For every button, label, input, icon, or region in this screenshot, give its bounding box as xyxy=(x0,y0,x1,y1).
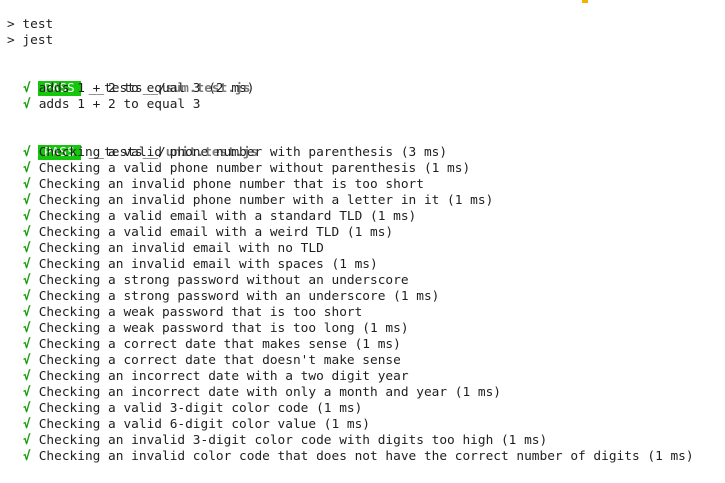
test-name: Checking an invalid color code that does… xyxy=(38,449,694,464)
test-result-line: √ Checking an invalid phone number that i… xyxy=(7,177,725,193)
test-name: Checking a valid email with a weird TLD … xyxy=(38,225,394,240)
test-result-line: √ Checking a valid phone number with pare… xyxy=(7,145,725,161)
test-name: Checking a correct date that makes sense… xyxy=(38,337,401,352)
test-result-line: √ Checking an invalid email with spaces (… xyxy=(7,257,725,273)
test-name: Checking an invalid email with no TLD xyxy=(38,241,324,256)
test-result-line: √ Checking an incorrect date with only a … xyxy=(7,385,725,401)
check-icon: √ xyxy=(23,97,31,112)
check-icon: √ xyxy=(23,193,31,208)
test-result-line: √ adds 1 + 2 to equal 3 xyxy=(7,97,725,113)
check-icon: √ xyxy=(23,433,31,448)
suite-header: PASS __tests__/unit.test.js xyxy=(7,129,725,160)
test-name: Checking a valid phone number without pa… xyxy=(38,161,471,176)
check-icon: √ xyxy=(23,209,31,224)
test-name: Checking an invalid 3-digit color code w… xyxy=(38,433,548,448)
test-name: adds 1 + 2 to equal 3 xyxy=(38,97,201,112)
check-icon: √ xyxy=(23,305,31,320)
check-icon: √ xyxy=(23,225,31,240)
test-name: Checking a strong password without an un… xyxy=(38,273,409,288)
check-icon: √ xyxy=(23,177,31,192)
accent-mark xyxy=(582,0,588,3)
check-icon: √ xyxy=(23,161,31,176)
suite-header: PASS __tests__/sum.test.js xyxy=(7,65,725,96)
test-result-line: √ Checking a correct date that makes sens… xyxy=(7,337,725,353)
test-result-line: √ Checking a valid email with a weird TLD… xyxy=(7,225,725,241)
test-result-line: √ Checking a correct date that doesn't ma… xyxy=(7,353,725,369)
check-icon: √ xyxy=(23,321,31,336)
test-name: Checking an invalid phone number with a … xyxy=(38,193,494,208)
test-name: Checking a valid phone number with paren… xyxy=(38,145,448,160)
check-icon: √ xyxy=(23,353,31,368)
check-icon: √ xyxy=(23,273,31,288)
check-icon: √ xyxy=(23,449,31,464)
command-line: > jest xyxy=(7,33,54,48)
test-result-line: √ Checking an invalid color code that doe… xyxy=(7,449,725,465)
test-name: Checking an incorrect date with a two di… xyxy=(38,369,409,384)
test-name: Checking a valid email with a standard T… xyxy=(38,209,417,224)
test-name: Checking a weak password that is too lon… xyxy=(38,321,409,336)
test-name: adds 1 + 2 to equal 3 (2 ms) xyxy=(38,81,255,96)
check-icon: √ xyxy=(23,385,31,400)
test-result-line: √ Checking a valid email with a standard … xyxy=(7,209,725,225)
test-name: Checking an invalid email with spaces (1… xyxy=(38,257,378,272)
terminal-output[interactable]: > test > jest PASS __tests__/sum.test.js … xyxy=(7,17,725,483)
test-result-line: √ Checking an invalid email with no TLD xyxy=(7,241,725,257)
test-name: Checking a valid 6-digit color value (1 … xyxy=(38,417,371,432)
test-result-line: √ Checking a weak password that is too sh… xyxy=(7,305,725,321)
check-icon: √ xyxy=(23,337,31,352)
test-name: Checking a correct date that doesn't mak… xyxy=(38,353,401,368)
test-name: Checking a valid 3-digit color code (1 m… xyxy=(38,401,363,416)
test-result-line: √ adds 1 + 2 to equal 3 (2 ms) xyxy=(7,81,725,97)
test-result-line: √ Checking a valid 3-digit color code (1 … xyxy=(7,401,725,417)
test-name: Checking a weak password that is too sho… xyxy=(38,305,363,320)
test-result-line: √ Checking a valid phone number without p… xyxy=(7,161,725,177)
check-icon: √ xyxy=(23,401,31,416)
test-name: Checking a strong password with an under… xyxy=(38,289,440,304)
test-name: Checking an incorrect date with only a m… xyxy=(38,385,501,400)
check-icon: √ xyxy=(23,289,31,304)
command-line: > test xyxy=(7,17,54,32)
test-name: Checking an invalid phone number that is… xyxy=(38,177,424,192)
test-result-line: √ Checking an invalid phone number with a… xyxy=(7,193,725,209)
check-icon: √ xyxy=(23,241,31,256)
test-result-line: √ Checking a valid 6-digit color value (1… xyxy=(7,417,725,433)
test-result-line: √ Checking an incorrect date with a two d… xyxy=(7,369,725,385)
test-result-line: √ Checking an invalid 3-digit color code … xyxy=(7,433,725,449)
check-icon: √ xyxy=(23,257,31,272)
test-result-line: √ Checking a strong password with an unde… xyxy=(7,289,725,305)
check-icon: √ xyxy=(23,369,31,384)
test-result-line: √ Checking a weak password that is too lo… xyxy=(7,321,725,337)
check-icon: √ xyxy=(23,81,31,96)
test-result-line: √ Checking a strong password without an u… xyxy=(7,273,725,289)
check-icon: √ xyxy=(23,145,31,160)
check-icon: √ xyxy=(23,417,31,432)
